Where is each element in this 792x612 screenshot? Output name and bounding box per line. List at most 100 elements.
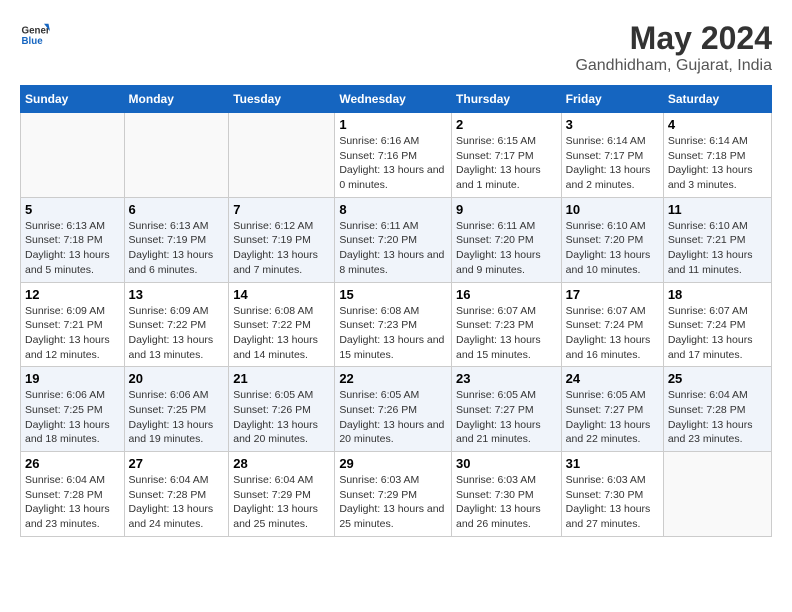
day-number: 30: [456, 456, 557, 471]
day-info: Sunrise: 6:05 AM Sunset: 7:27 PM Dayligh…: [566, 388, 659, 447]
day-number: 1: [339, 117, 447, 132]
calendar-week-4: 19Sunrise: 6:06 AM Sunset: 7:25 PM Dayli…: [21, 367, 772, 452]
day-number: 31: [566, 456, 659, 471]
day-number: 15: [339, 287, 447, 302]
calendar-table: SundayMondayTuesdayWednesdayThursdayFrid…: [20, 85, 772, 537]
calendar-cell: [229, 113, 335, 198]
calendar-cell: 9 Sunrise: 6:11 AM Sunset: 7:20 PM Daylig…: [452, 197, 562, 282]
calendar-cell: 8 Sunrise: 6:11 AM Sunset: 7:20 PM Daylig…: [335, 197, 452, 282]
day-info: Sunrise: 6:14 AM Sunset: 7:18 PM Dayligh…: [668, 134, 767, 193]
day-info: Sunrise: 6:07 AM Sunset: 7:23 PM Dayligh…: [456, 304, 557, 363]
calendar-cell: 18 Sunrise: 6:07 AM Sunset: 7:24 PM Dayli…: [663, 282, 771, 367]
calendar-cell: 30 Sunrise: 6:03 AM Sunset: 7:30 PM Dayli…: [452, 452, 562, 537]
calendar-cell: 16 Sunrise: 6:07 AM Sunset: 7:23 PM Dayli…: [452, 282, 562, 367]
day-info: Sunrise: 6:11 AM Sunset: 7:20 PM Dayligh…: [456, 219, 557, 278]
header: General Blue May 2024 Gandhidham, Gujara…: [20, 20, 772, 75]
calendar-cell: 1 Sunrise: 6:16 AM Sunset: 7:16 PM Daylig…: [335, 113, 452, 198]
day-info: Sunrise: 6:06 AM Sunset: 7:25 PM Dayligh…: [25, 388, 120, 447]
weekday-header-thursday: Thursday: [452, 86, 562, 113]
weekday-header-saturday: Saturday: [663, 86, 771, 113]
day-info: Sunrise: 6:08 AM Sunset: 7:23 PM Dayligh…: [339, 304, 447, 363]
calendar-cell: 27 Sunrise: 6:04 AM Sunset: 7:28 PM Dayli…: [124, 452, 229, 537]
day-number: 28: [233, 456, 330, 471]
day-number: 13: [129, 287, 225, 302]
day-number: 6: [129, 202, 225, 217]
day-number: 5: [25, 202, 120, 217]
calendar-week-3: 12 Sunrise: 6:09 AM Sunset: 7:21 PM Dayli…: [21, 282, 772, 367]
day-info: Sunrise: 6:11 AM Sunset: 7:20 PM Dayligh…: [339, 219, 447, 278]
day-info: Sunrise: 6:05 AM Sunset: 7:26 PM Dayligh…: [233, 388, 330, 447]
logo: General Blue: [20, 20, 50, 50]
day-number: 27: [129, 456, 225, 471]
calendar-week-5: 26Sunrise: 6:04 AM Sunset: 7:28 PM Dayli…: [21, 452, 772, 537]
day-info: Sunrise: 6:04 AM Sunset: 7:28 PM Dayligh…: [668, 388, 767, 447]
calendar-cell: 23 Sunrise: 6:05 AM Sunset: 7:27 PM Dayli…: [452, 367, 562, 452]
day-info: Sunrise: 6:13 AM Sunset: 7:18 PM Dayligh…: [25, 219, 120, 278]
calendar-cell: 20Sunrise: 6:06 AM Sunset: 7:25 PM Dayli…: [124, 367, 229, 452]
day-number: 12: [25, 287, 120, 302]
calendar-cell: 6 Sunrise: 6:13 AM Sunset: 7:19 PM Daylig…: [124, 197, 229, 282]
calendar-week-2: 5 Sunrise: 6:13 AM Sunset: 7:18 PM Daylig…: [21, 197, 772, 282]
calendar-cell: 3Sunrise: 6:14 AM Sunset: 7:17 PM Daylig…: [561, 113, 663, 198]
day-info: Sunrise: 6:08 AM Sunset: 7:22 PM Dayligh…: [233, 304, 330, 363]
calendar-cell: 13 Sunrise: 6:09 AM Sunset: 7:22 PM Dayli…: [124, 282, 229, 367]
day-number: 16: [456, 287, 557, 302]
day-info: Sunrise: 6:07 AM Sunset: 7:24 PM Dayligh…: [668, 304, 767, 363]
calendar-cell: 15 Sunrise: 6:08 AM Sunset: 7:23 PM Dayli…: [335, 282, 452, 367]
day-number: 18: [668, 287, 767, 302]
day-info: Sunrise: 6:06 AM Sunset: 7:25 PM Dayligh…: [129, 388, 225, 447]
day-info: Sunrise: 6:13 AM Sunset: 7:19 PM Dayligh…: [129, 219, 225, 278]
calendar-cell: 25Sunrise: 6:04 AM Sunset: 7:28 PM Dayli…: [663, 367, 771, 452]
day-info: Sunrise: 6:09 AM Sunset: 7:21 PM Dayligh…: [25, 304, 120, 363]
day-info: Sunrise: 6:05 AM Sunset: 7:27 PM Dayligh…: [456, 388, 557, 447]
day-info: Sunrise: 6:07 AM Sunset: 7:24 PM Dayligh…: [566, 304, 659, 363]
day-number: 17: [566, 287, 659, 302]
calendar-cell: 12 Sunrise: 6:09 AM Sunset: 7:21 PM Dayli…: [21, 282, 125, 367]
day-number: 8: [339, 202, 447, 217]
day-number: 3: [566, 117, 659, 132]
calendar-cell: 22Sunrise: 6:05 AM Sunset: 7:26 PM Dayli…: [335, 367, 452, 452]
calendar-cell: 24 Sunrise: 6:05 AM Sunset: 7:27 PM Dayli…: [561, 367, 663, 452]
calendar-cell: 2 Sunrise: 6:15 AM Sunset: 7:17 PM Daylig…: [452, 113, 562, 198]
day-number: 2: [456, 117, 557, 132]
day-number: 29: [339, 456, 447, 471]
calendar-cell: 10Sunrise: 6:10 AM Sunset: 7:20 PM Dayli…: [561, 197, 663, 282]
calendar-cell: 29 Sunrise: 6:03 AM Sunset: 7:29 PM Dayli…: [335, 452, 452, 537]
day-number: 23: [456, 371, 557, 386]
calendar-cell: 31Sunrise: 6:03 AM Sunset: 7:30 PM Dayli…: [561, 452, 663, 537]
day-info: Sunrise: 6:04 AM Sunset: 7:28 PM Dayligh…: [129, 473, 225, 532]
calendar-cell: 17 Sunrise: 6:07 AM Sunset: 7:24 PM Dayli…: [561, 282, 663, 367]
day-number: 11: [668, 202, 767, 217]
calendar-body: 1 Sunrise: 6:16 AM Sunset: 7:16 PM Daylig…: [21, 113, 772, 537]
weekday-header-tuesday: Tuesday: [229, 86, 335, 113]
day-info: Sunrise: 6:04 AM Sunset: 7:28 PM Dayligh…: [25, 473, 120, 532]
day-info: Sunrise: 6:16 AM Sunset: 7:16 PM Dayligh…: [339, 134, 447, 193]
weekday-header-monday: Monday: [124, 86, 229, 113]
day-info: Sunrise: 6:03 AM Sunset: 7:29 PM Dayligh…: [339, 473, 447, 532]
calendar-cell: 14Sunrise: 6:08 AM Sunset: 7:22 PM Dayli…: [229, 282, 335, 367]
subtitle: Gandhidham, Gujarat, India: [575, 57, 772, 75]
day-info: Sunrise: 6:15 AM Sunset: 7:17 PM Dayligh…: [456, 134, 557, 193]
calendar-cell: [124, 113, 229, 198]
svg-text:Blue: Blue: [22, 36, 44, 47]
main-title: May 2024: [575, 20, 772, 57]
day-info: Sunrise: 6:10 AM Sunset: 7:21 PM Dayligh…: [668, 219, 767, 278]
day-number: 22: [339, 371, 447, 386]
day-info: Sunrise: 6:09 AM Sunset: 7:22 PM Dayligh…: [129, 304, 225, 363]
day-info: Sunrise: 6:04 AM Sunset: 7:29 PM Dayligh…: [233, 473, 330, 532]
calendar-cell: 21 Sunrise: 6:05 AM Sunset: 7:26 PM Dayli…: [229, 367, 335, 452]
calendar-cell: 4Sunrise: 6:14 AM Sunset: 7:18 PM Daylig…: [663, 113, 771, 198]
calendar-cell: 19Sunrise: 6:06 AM Sunset: 7:25 PM Dayli…: [21, 367, 125, 452]
calendar-cell: [21, 113, 125, 198]
calendar-cell: [663, 452, 771, 537]
day-number: 24: [566, 371, 659, 386]
weekday-header-wednesday: Wednesday: [335, 86, 452, 113]
calendar-cell: 28 Sunrise: 6:04 AM Sunset: 7:29 PM Dayli…: [229, 452, 335, 537]
calendar-cell: 7Sunrise: 6:12 AM Sunset: 7:19 PM Daylig…: [229, 197, 335, 282]
day-info: Sunrise: 6:03 AM Sunset: 7:30 PM Dayligh…: [456, 473, 557, 532]
day-number: 9: [456, 202, 557, 217]
day-number: 21: [233, 371, 330, 386]
calendar-header: SundayMondayTuesdayWednesdayThursdayFrid…: [21, 86, 772, 113]
logo-icon: General Blue: [20, 20, 50, 50]
day-info: Sunrise: 6:10 AM Sunset: 7:20 PM Dayligh…: [566, 219, 659, 278]
